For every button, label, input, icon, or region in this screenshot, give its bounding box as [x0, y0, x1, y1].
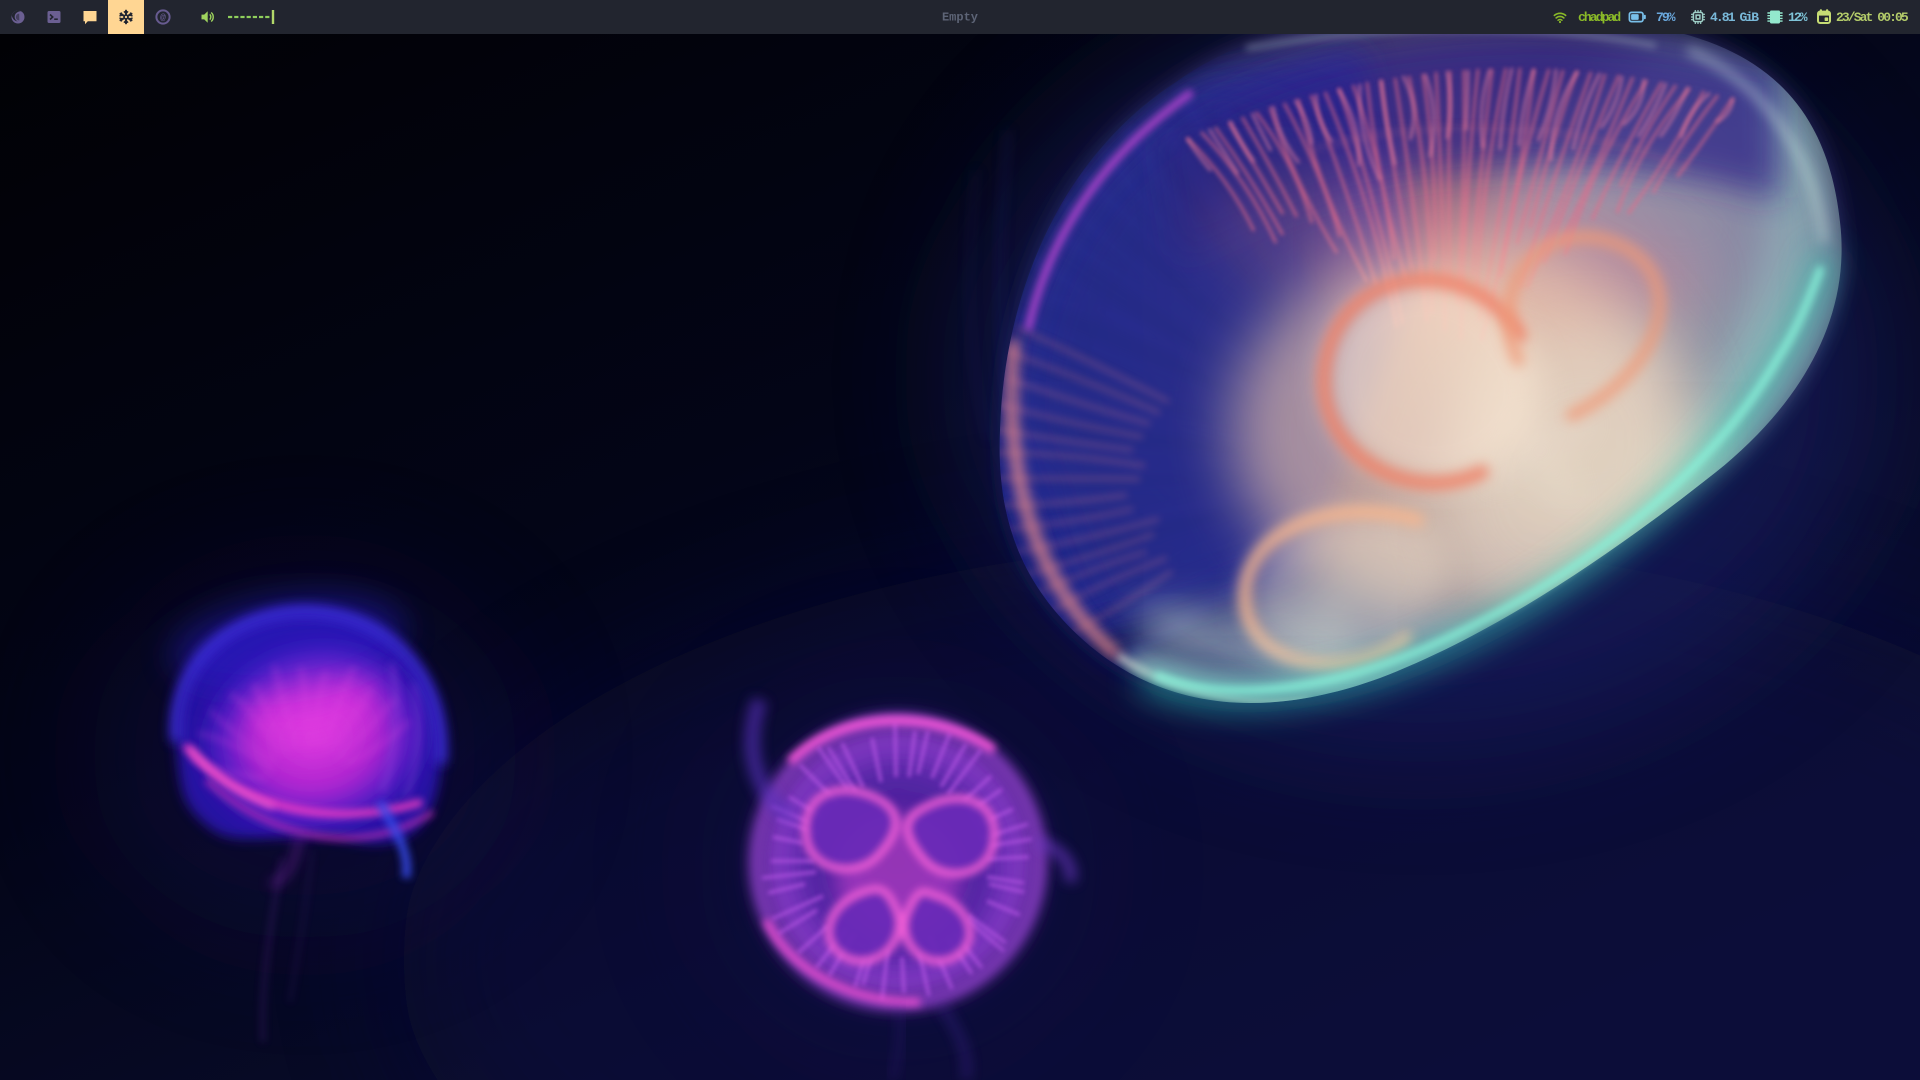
svg-text:@: @ — [160, 12, 166, 23]
svg-text:4.81 GiB: 4.81 GiB — [1710, 10, 1759, 25]
svg-text:23/Sat 00:05: 23/Sat 00:05 — [1836, 10, 1909, 25]
svg-text:Empty: Empty — [942, 11, 978, 25]
svg-text:chadpad: chadpad — [1578, 10, 1620, 25]
svg-text:79%: 79% — [1656, 10, 1676, 25]
svg-text:12%: 12% — [1788, 10, 1808, 25]
